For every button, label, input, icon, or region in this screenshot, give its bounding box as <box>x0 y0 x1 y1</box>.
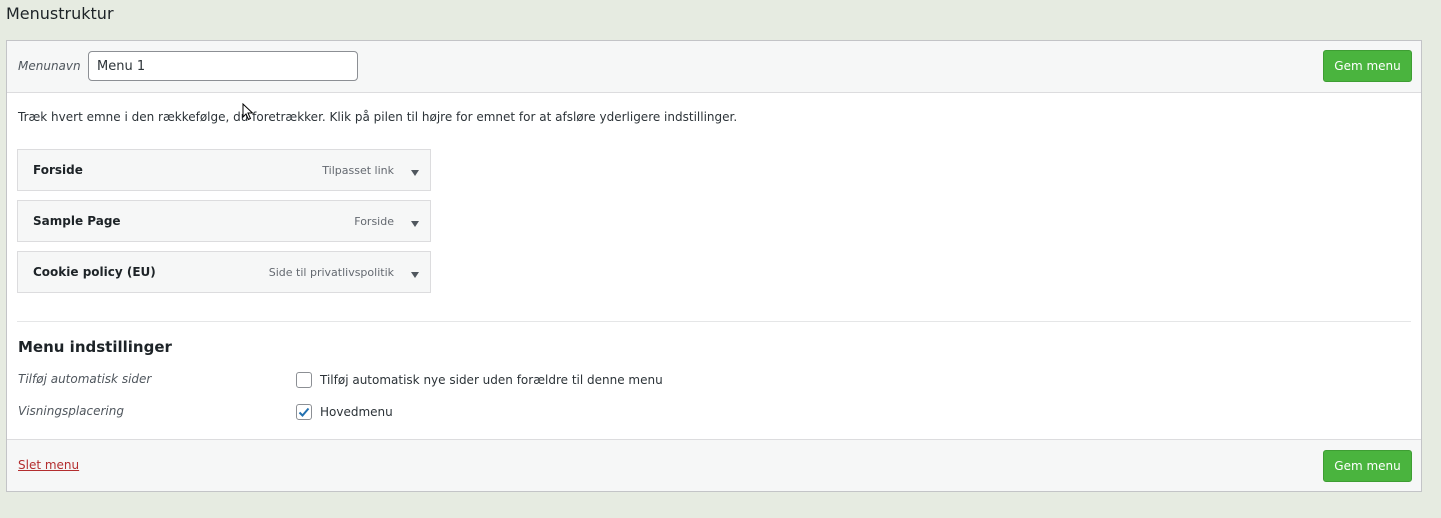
menu-item-sample-page[interactable]: Sample Page Forside <box>17 200 431 242</box>
save-menu-button-bottom[interactable]: Gem menu <box>1323 450 1412 482</box>
menu-structure-panel: Menunavn Gem menu Træk hvert emne i den … <box>6 40 1422 492</box>
display-location-label: Visningsplacering <box>18 404 124 418</box>
auto-add-pages-text[interactable]: Tilføj automatisk nye sider uden forældr… <box>320 373 663 387</box>
arrow-down-icon[interactable] <box>409 215 421 227</box>
section-divider <box>17 321 1411 322</box>
menu-name-input[interactable] <box>88 51 358 81</box>
menu-item-title: Cookie policy (EU) <box>33 265 156 279</box>
menu-item-title: Forside <box>33 163 83 177</box>
menu-item-title: Sample Page <box>33 214 121 228</box>
mouse-pointer-icon <box>242 103 254 121</box>
menu-item-cookie-policy[interactable]: Cookie policy (EU) Side til privatlivspo… <box>17 251 431 293</box>
menu-item-type: Forside <box>354 215 394 228</box>
auto-add-pages-checkbox[interactable] <box>296 372 312 388</box>
delete-menu-link[interactable]: Slet menu <box>18 458 79 472</box>
drag-instructions: Træk hvert emne i den rækkefølge, du for… <box>18 110 738 124</box>
page-title: Menustruktur <box>6 4 114 23</box>
auto-add-pages-label: Tilføj automatisk sider <box>18 372 152 386</box>
menu-settings-title: Menu indstillinger <box>18 338 172 356</box>
menu-item-type: Side til privatlivspolitik <box>268 266 394 279</box>
save-menu-button-top[interactable]: Gem menu <box>1323 50 1412 82</box>
arrow-down-icon[interactable] <box>409 266 421 278</box>
menu-item-type: Tilpasset link <box>322 164 394 177</box>
menu-footer: Slet menu Gem menu <box>7 439 1421 491</box>
menu-name-label: Menunavn <box>18 59 81 73</box>
arrow-down-icon[interactable] <box>409 164 421 176</box>
menu-header: Menunavn Gem menu <box>7 41 1421 93</box>
primary-menu-checkbox[interactable] <box>296 404 312 420</box>
menu-item-forside[interactable]: Forside Tilpasset link <box>17 149 431 191</box>
primary-menu-text[interactable]: Hovedmenu <box>320 405 393 419</box>
checkmark-icon <box>298 407 310 417</box>
